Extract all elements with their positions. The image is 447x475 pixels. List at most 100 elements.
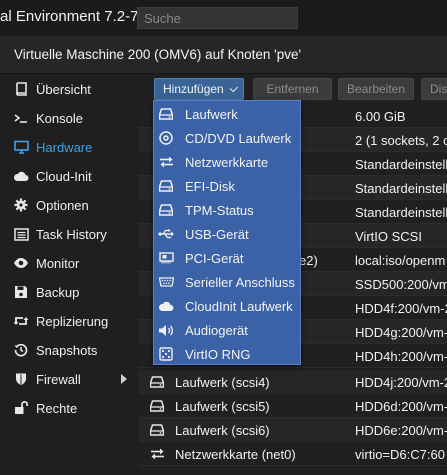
disk-action-button[interactable]: Dis [421,78,447,100]
book-icon [13,81,29,97]
hardware-row-value: 2 (1 sockets, 2 c [355,133,447,148]
hardware-row-value: Standardeinstell [355,157,447,172]
sidebar-item-replizierung[interactable]: Replizierung [6,307,139,335]
hardware-row-value: HDD6d:200/vm- [355,399,447,414]
menu-item-label: CloudInit Laufwerk [185,298,293,314]
serial-port-icon [158,274,174,290]
history-icon [13,342,29,358]
hardware-row-value: HDD4h:200/vm-2 [355,349,447,364]
hardware-row-value: Standardeinstell [355,205,447,220]
vm-title: Virtuelle Maschine 200 (OMV6) auf Knoten… [14,47,302,62]
sidebar-item-label: Konsole [36,110,83,126]
sidebar-item-label: Snapshots [36,342,98,358]
menu-item-serieller-anschluss[interactable]: Serieller Anschluss [154,270,300,294]
drive-icon [149,374,165,390]
hardware-row-value: local:iso/openm [355,253,446,268]
sidebar-item-firewall[interactable]: Firewall [6,365,139,393]
drive-icon [158,202,174,218]
hardware-row-value: HDD6e:200/vm- [355,423,447,438]
exchange-icon [158,154,174,170]
menu-item-pci-geraet[interactable]: PCI-Gerät [154,246,300,270]
sidebar-item-cloud-init[interactable]: Cloud-Init [6,162,139,190]
sidebar: Übersicht Konsole Hardware Cloud-Init Op… [0,74,139,475]
sidebar-item-label: Optionen [36,197,89,213]
menu-item-virtio-rng[interactable]: VirtIO RNG [154,342,300,366]
hardware-row-name: Netzwerkkarte (net0) [175,447,296,462]
drive-icon [149,398,165,414]
menu-item-tpm-status[interactable]: TPM-Status [154,198,300,222]
monitor-icon [13,139,29,155]
hardware-row-value: VirtIO SCSI [355,229,422,244]
menu-item-laufwerk[interactable]: Laufwerk [154,102,300,126]
floppy-icon [13,284,29,300]
sidebar-item-label: Backup [36,284,80,300]
exchange-icon [149,446,165,462]
add-button[interactable]: Hinzufügen [154,78,244,100]
chevron-down-icon [229,83,239,92]
sidebar-item-label: Cloud-Init [36,168,92,184]
sidebar-item-backup[interactable]: Backup [6,278,139,306]
cloud-icon [158,298,174,314]
add-button-label: Hinzufügen [163,82,224,96]
volume-icon [158,322,174,338]
hardware-row-name: e2) [299,253,318,268]
eye-icon [13,255,29,271]
sidebar-item-label: Monitor [36,255,80,271]
sidebar-item-hardware[interactable]: Hardware [6,133,139,161]
search-input[interactable] [137,7,298,29]
hardware-row-name: Laufwerk (scsi5) [175,399,270,414]
menu-item-label: Serieller Anschluss [185,274,295,290]
menu-item-audiogeraet[interactable]: Audiogerät [154,318,300,342]
gear-icon [13,197,29,213]
sidebar-item-label: Firewall [36,371,81,387]
app-title: al Environment 7.2-7 [0,8,139,25]
sidebar-item-uebersicht[interactable]: Übersicht [6,75,139,103]
shield-icon [13,371,29,387]
remove-button[interactable]: Entfernen [253,78,332,100]
disc-icon [158,130,174,146]
hardware-row-value: HDD4f:200/vm-2 [355,301,447,316]
menu-item-label: TPM-Status [185,202,254,218]
hardware-row[interactable]: Laufwerk (scsi6) HDD6e:200/vm- [139,418,447,442]
expand-arrow-icon[interactable] [121,374,127,384]
hardware-row-value: HDD4g:200/vm-2 [355,325,447,340]
edit-button[interactable]: Bearbeiten [338,78,414,100]
sidebar-item-label: Task History [36,226,107,242]
menu-item-cd-dvd[interactable]: CD/DVD Laufwerk [154,126,300,150]
menu-item-label: VirtIO RNG [185,346,251,362]
unlock-icon [13,400,29,416]
sidebar-item-monitor[interactable]: Monitor [6,249,139,277]
hardware-row-value: virtio=D6:C7:60 [355,447,445,462]
hardware-row[interactable]: Netzwerkkarte (net0) virtio=D6:C7:60 [139,442,447,466]
list-icon [13,226,29,242]
menu-item-label: USB-Gerät [185,226,249,242]
terminal-icon [13,110,29,126]
menu-item-label: Laufwerk [185,106,238,122]
sidebar-item-optionen[interactable]: Optionen [6,191,139,219]
sidebar-item-label: Rechte [36,400,78,416]
menu-item-usb-geraet[interactable]: USB-Gerät [154,222,300,246]
pci-card-icon [158,250,174,266]
menu-item-label: Audiogerät [185,322,248,338]
sidebar-item-konsole[interactable]: Konsole [6,104,139,132]
add-dropdown-menu: Laufwerk CD/DVD Laufwerk Netzwerkkarte E… [153,100,301,365]
hardware-row[interactable]: Laufwerk (scsi4) HDD4j:200/vm-2 [139,370,447,394]
hardware-row-value: 6.00 GiB [355,109,406,124]
menu-item-efi-disk[interactable]: EFI-Disk [154,174,300,198]
hardware-row[interactable]: Laufwerk (scsi5) HDD6d:200/vm- [139,394,447,418]
cloud-icon [13,168,29,184]
dice-icon [158,346,174,362]
hardware-row-value: SSD500:200/vm [355,277,447,292]
drive-icon [158,178,174,194]
sidebar-item-task-history[interactable]: Task History [6,220,139,248]
sidebar-item-snapshots[interactable]: Snapshots [6,336,139,364]
sidebar-item-rechte[interactable]: Rechte [6,394,139,422]
menu-item-label: Netzwerkkarte [185,154,269,170]
menu-item-cloudinit-laufwerk[interactable]: CloudInit Laufwerk [154,294,300,318]
sidebar-item-label: Hardware [36,139,93,155]
drive-icon [149,422,165,438]
menu-item-label: PCI-Gerät [185,250,244,266]
menu-item-netzwerkkarte[interactable]: Netzwerkkarte [154,150,300,174]
top-bar: al Environment 7.2-7 [0,0,447,36]
sidebar-item-label: Übersicht [36,81,91,97]
